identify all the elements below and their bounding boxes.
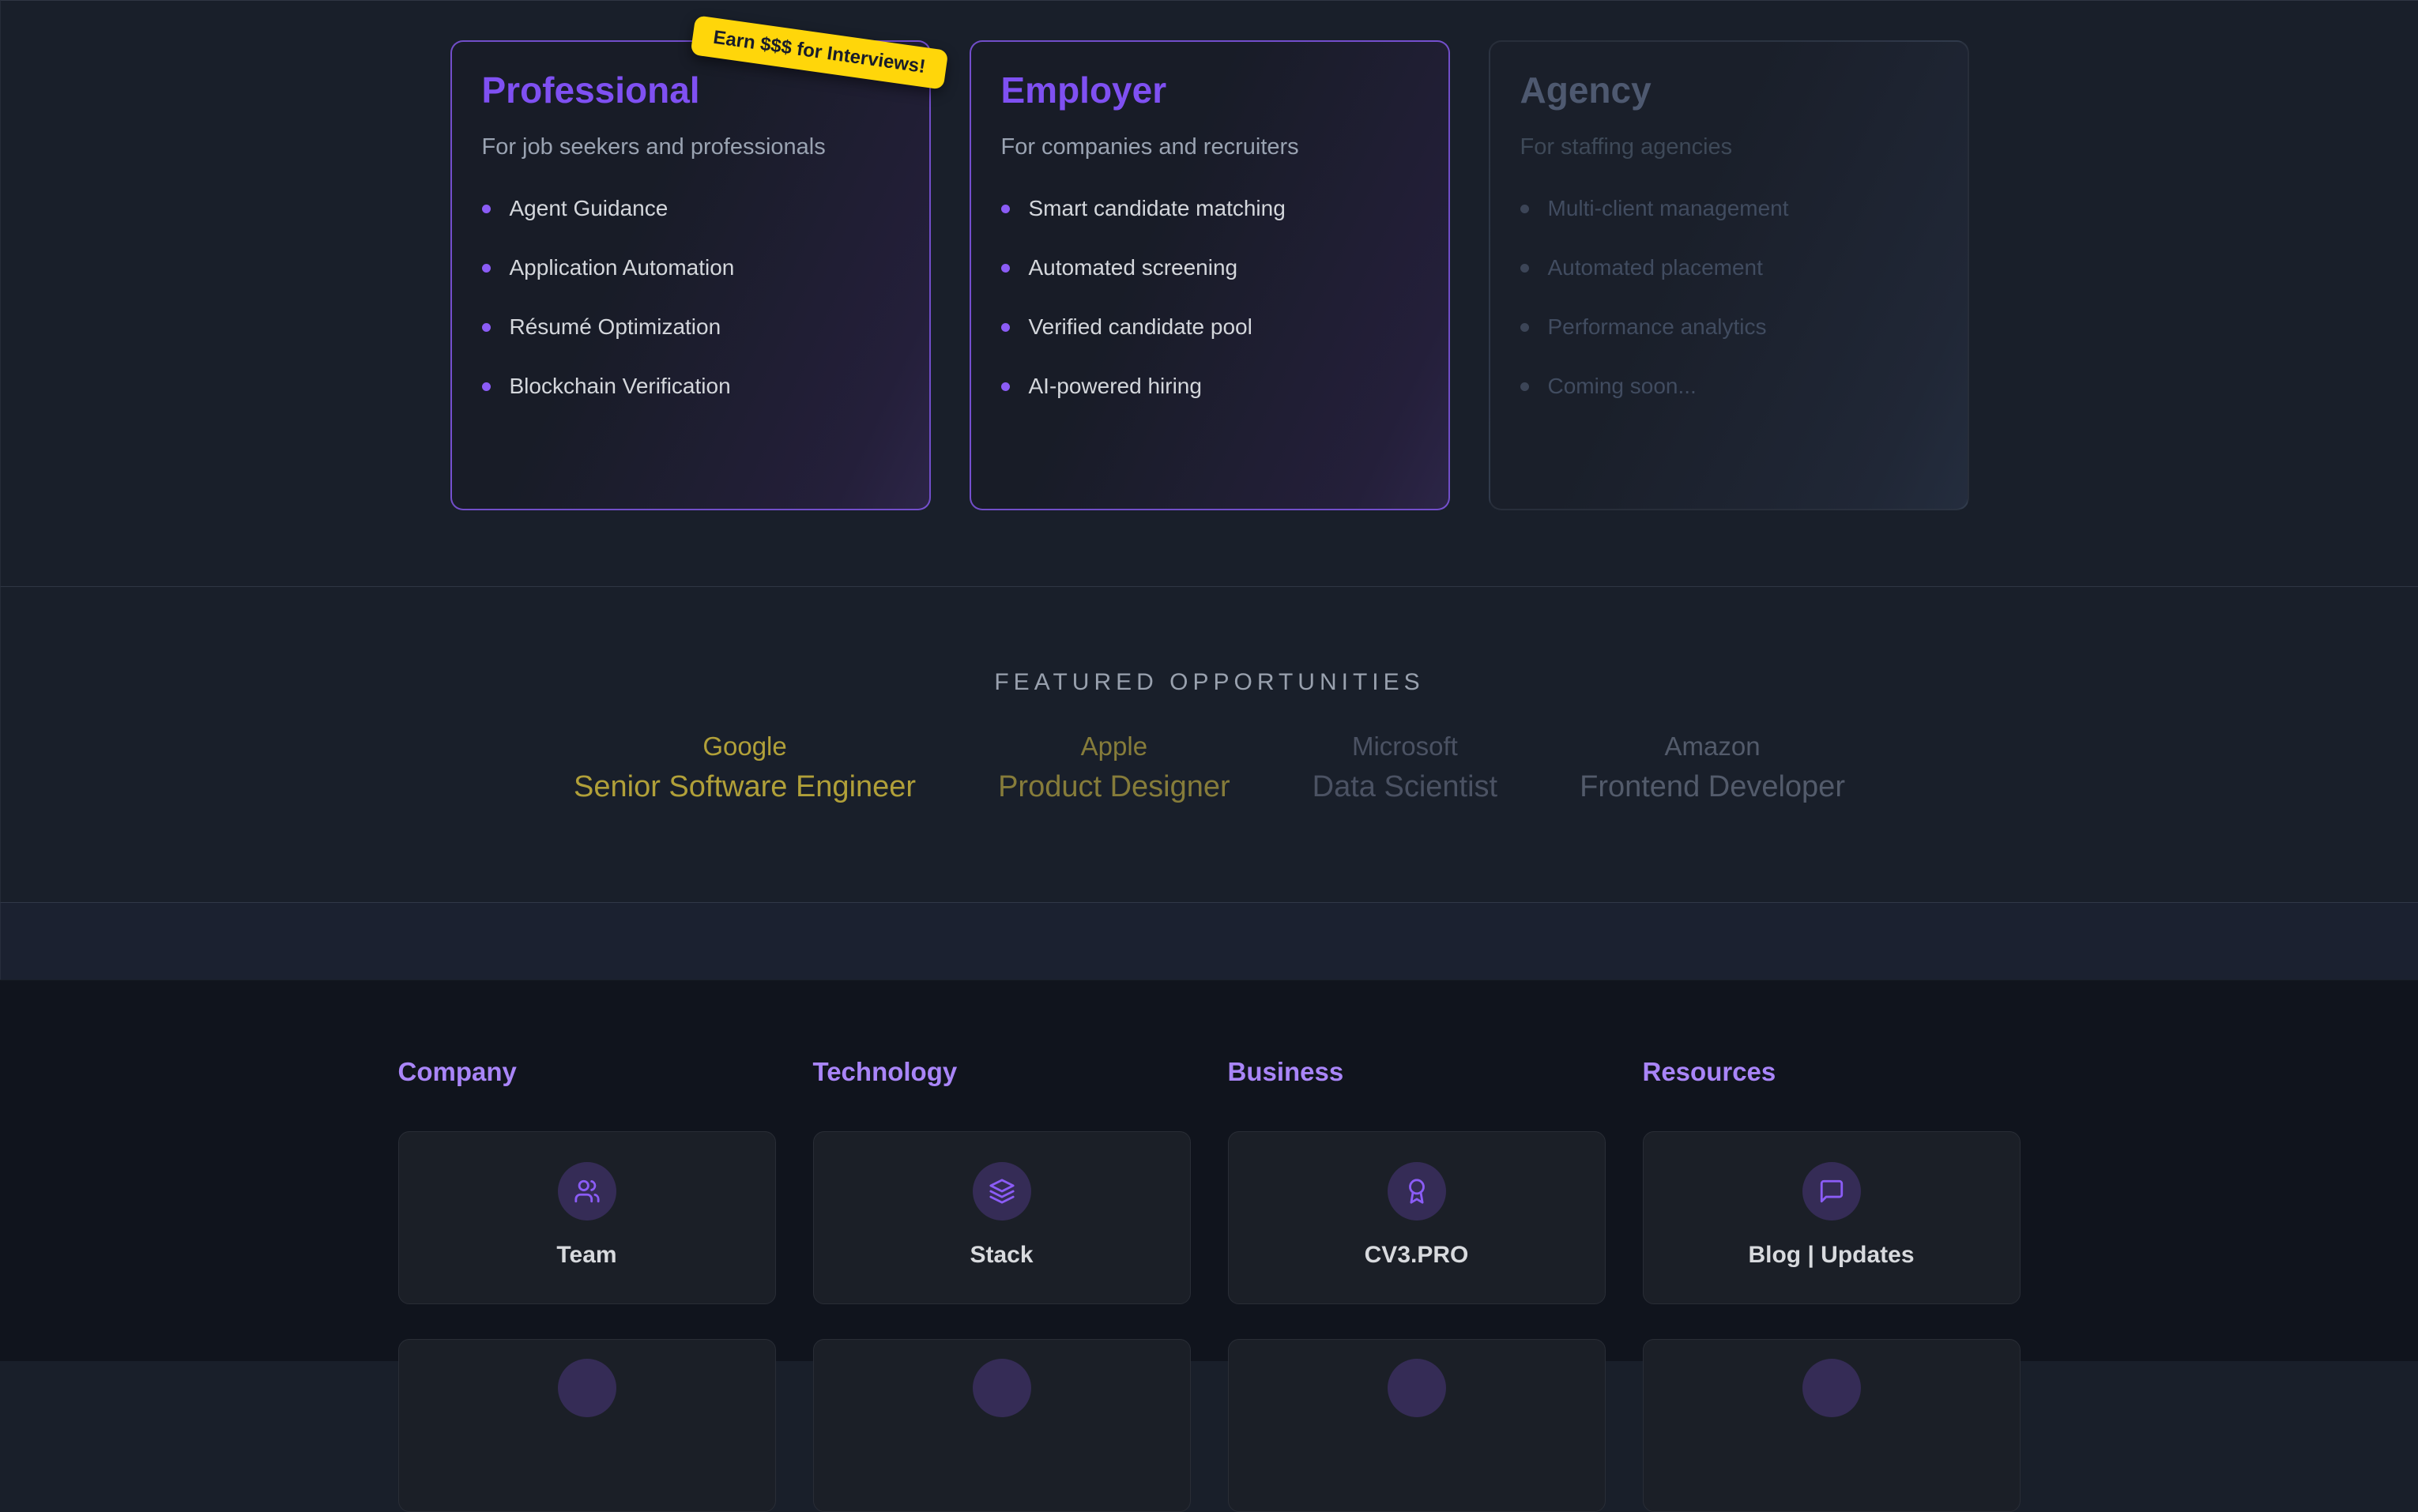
plan-subtitle: For staffing agencies xyxy=(1520,134,1938,160)
hidden-icon xyxy=(1802,1359,1861,1417)
featured-opportunities-section: FEATURED OPPORTUNITIES Google Senior Sof… xyxy=(0,586,2418,902)
job-title: Data Scientist xyxy=(1313,769,1497,805)
bullet-dot-icon xyxy=(1520,382,1529,391)
featured-job-microsoft[interactable]: Microsoft Data Scientist xyxy=(1313,731,1497,805)
footer-card-partial[interactable] xyxy=(813,1339,1191,1512)
plan-card-agency: Agency For staffing agencies Multi-clien… xyxy=(1489,40,1969,510)
footer-card-cv3pro[interactable]: CV3.PRO xyxy=(1228,1131,1606,1304)
job-company: Microsoft xyxy=(1313,731,1497,762)
bullet-dot-icon xyxy=(1001,205,1010,213)
section-divider-band xyxy=(0,902,2418,980)
footer-column-business: Business CV3.PRO xyxy=(1228,1056,1606,1512)
footer-column-resources: Resources Blog | Updates xyxy=(1643,1056,2021,1512)
footer-column-heading: Business xyxy=(1228,1056,1606,1088)
footer-card-label: CV3.PRO xyxy=(1229,1242,1605,1269)
footer-card-stack[interactable]: Stack xyxy=(813,1131,1191,1304)
plan-feature-label: Résumé Optimization xyxy=(510,314,721,340)
job-company: Google xyxy=(574,731,916,762)
plan-card-employer[interactable]: Employer For companies and recruiters Sm… xyxy=(970,40,1450,510)
bullet-dot-icon xyxy=(1520,264,1529,273)
plan-feature: Smart candidate matching xyxy=(1001,195,1418,222)
footer-card-partial[interactable] xyxy=(1228,1339,1606,1512)
bullet-dot-icon xyxy=(1520,323,1529,332)
hidden-icon xyxy=(1388,1359,1446,1417)
footer-grid: Company Team Technology Stack xyxy=(398,1056,2021,1512)
plan-feature-list: Smart candidate matching Automated scree… xyxy=(1001,195,1418,400)
featured-job-google[interactable]: Google Senior Software Engineer xyxy=(574,731,916,805)
award-icon xyxy=(1388,1162,1446,1221)
plan-feature-label: Multi-client management xyxy=(1548,195,1789,222)
bullet-dot-icon xyxy=(1001,264,1010,273)
users-icon xyxy=(558,1162,616,1221)
plan-feature: Agent Guidance xyxy=(482,195,899,222)
plan-feature: Résumé Optimization xyxy=(482,314,899,340)
plan-feature-label: Application Automation xyxy=(510,254,735,281)
footer-card-label: Blog | Updates xyxy=(1644,1242,2020,1269)
plan-feature-label: Coming soon... xyxy=(1548,373,1697,400)
page: Earn $$$ for Interviews! Professional Fo… xyxy=(0,0,2418,1361)
job-title: Frontend Developer xyxy=(1580,769,1845,805)
plan-title: Employer xyxy=(1001,69,1418,111)
plan-feature: Blockchain Verification xyxy=(482,373,899,400)
plan-feature: Automated placement xyxy=(1520,254,1938,281)
job-title: Product Designer xyxy=(998,769,1230,805)
footer-card-team[interactable]: Team xyxy=(398,1131,776,1304)
plan-card-professional[interactable]: Professional For job seekers and profess… xyxy=(450,40,931,510)
plan-feature: Application Automation xyxy=(482,254,899,281)
plan-feature-label: Verified candidate pool xyxy=(1029,314,1252,340)
message-square-icon xyxy=(1802,1162,1861,1221)
plan-title: Agency xyxy=(1520,69,1938,111)
footer-column-heading: Technology xyxy=(813,1056,1191,1088)
bullet-dot-icon xyxy=(482,382,491,391)
featured-job-apple[interactable]: Apple Product Designer xyxy=(998,731,1230,805)
featured-heading: FEATURED OPPORTUNITIES xyxy=(1,587,2418,696)
plans-section: Earn $$$ for Interviews! Professional Fo… xyxy=(0,0,2418,586)
plan-feature-list: Multi-client management Automated placem… xyxy=(1520,195,1938,400)
plan-feature-label: Blockchain Verification xyxy=(510,373,731,400)
job-company: Apple xyxy=(998,731,1230,762)
footer-card-label: Stack xyxy=(814,1242,1190,1269)
hidden-icon xyxy=(558,1359,616,1417)
plan-cards-row: Professional For job seekers and profess… xyxy=(1,1,2418,510)
plan-feature-label: Performance analytics xyxy=(1548,314,1767,340)
plan-feature: Performance analytics xyxy=(1520,314,1938,340)
featured-job-amazon[interactable]: Amazon Frontend Developer xyxy=(1580,731,1845,805)
job-title: Senior Software Engineer xyxy=(574,769,916,805)
plan-feature-label: AI-powered hiring xyxy=(1029,373,1202,400)
layers-icon xyxy=(973,1162,1031,1221)
bullet-dot-icon xyxy=(482,205,491,213)
footer-card-blog-updates[interactable]: Blog | Updates xyxy=(1643,1131,2021,1304)
footer-column-technology: Technology Stack xyxy=(813,1056,1191,1512)
footer-card-partial[interactable] xyxy=(1643,1339,2021,1512)
plan-feature: Multi-client management xyxy=(1520,195,1938,222)
plan-feature-label: Automated screening xyxy=(1029,254,1238,281)
footer-card-label: Team xyxy=(399,1242,775,1269)
bullet-dot-icon xyxy=(1520,205,1529,213)
footer-column-heading: Resources xyxy=(1643,1056,2021,1088)
plan-subtitle: For companies and recruiters xyxy=(1001,134,1418,160)
footer-column-company: Company Team xyxy=(398,1056,776,1512)
footer-column-heading: Company xyxy=(398,1056,776,1088)
plan-feature-label: Smart candidate matching xyxy=(1029,195,1286,222)
plan-feature: Coming soon... xyxy=(1520,373,1938,400)
bullet-dot-icon xyxy=(1001,323,1010,332)
plan-feature-list: Agent Guidance Application Automation Ré… xyxy=(482,195,899,400)
bullet-dot-icon xyxy=(482,323,491,332)
site-footer: Company Team Technology Stack xyxy=(0,980,2418,1361)
plan-subtitle: For job seekers and professionals xyxy=(482,134,899,160)
plan-feature-label: Automated placement xyxy=(1548,254,1763,281)
plan-feature: Verified candidate pool xyxy=(1001,314,1418,340)
plan-feature: Automated screening xyxy=(1001,254,1418,281)
plan-feature-label: Agent Guidance xyxy=(510,195,669,222)
footer-card-partial[interactable] xyxy=(398,1339,776,1512)
hidden-icon xyxy=(973,1359,1031,1417)
bullet-dot-icon xyxy=(482,264,491,273)
plan-feature: AI-powered hiring xyxy=(1001,373,1418,400)
plan-title: Professional xyxy=(482,69,899,111)
job-company: Amazon xyxy=(1580,731,1845,762)
featured-jobs-row: Google Senior Software Engineer Apple Pr… xyxy=(1,731,2418,805)
bullet-dot-icon xyxy=(1001,382,1010,391)
